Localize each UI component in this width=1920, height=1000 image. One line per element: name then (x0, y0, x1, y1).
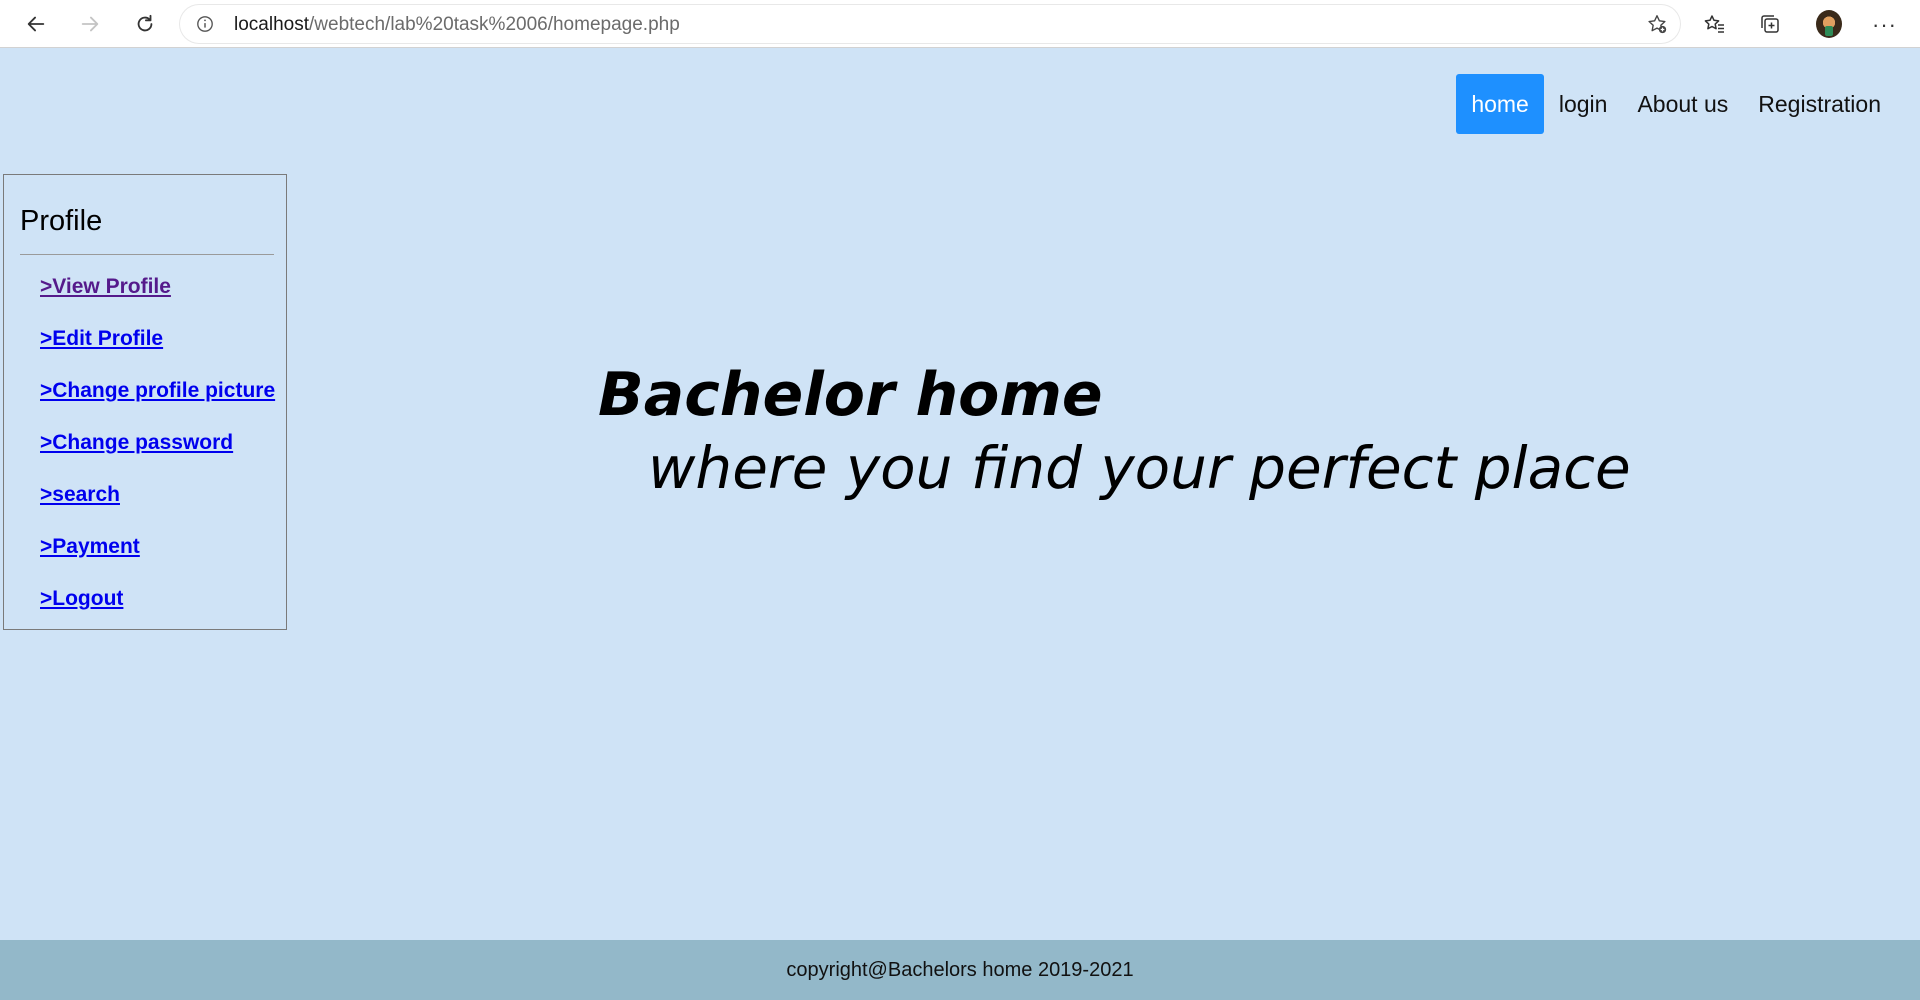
payment-link[interactable]: >Payment (40, 535, 140, 558)
sidebar-divider (20, 254, 274, 255)
profile-avatar[interactable] (1816, 10, 1842, 38)
more-icon[interactable]: ··· (1872, 12, 1897, 38)
favorites-icon[interactable] (1702, 11, 1728, 37)
sidebar-item-change-password: >Change password (40, 429, 275, 481)
sidebar-item-logout: >Logout (40, 585, 275, 637)
page-body: home login About us Registration Profile… (0, 48, 1920, 1000)
collections-icon[interactable] (1757, 11, 1783, 37)
browser-toolbar: localhost/webtech/lab%20task%2006/homepa… (0, 0, 1920, 48)
view-profile-link[interactable]: >View Profile (40, 275, 171, 298)
nav-login-link[interactable]: login (1544, 74, 1623, 134)
sidebar-menu: >View Profile >Edit Profile >Change prof… (40, 273, 275, 637)
edit-profile-link[interactable]: >Edit Profile (40, 327, 163, 350)
footer: copyright@Bachelors home 2019-2021 (0, 940, 1920, 1000)
search-link[interactable]: >search (40, 483, 120, 506)
forward-icon[interactable] (76, 10, 104, 38)
sidebar-item-view-profile: >View Profile (40, 273, 275, 325)
info-icon[interactable] (196, 15, 214, 33)
url-host: localhost (234, 14, 309, 35)
refresh-icon[interactable] (131, 10, 159, 38)
hero-subtitle: where you find your perfect place (648, 434, 1631, 502)
top-navigation: home login About us Registration (1456, 74, 1896, 134)
address-url[interactable]: localhost/webtech/lab%20task%2006/homepa… (234, 14, 680, 36)
nav-about-link[interactable]: About us (1622, 74, 1743, 134)
change-password-link[interactable]: >Change password (40, 431, 233, 454)
address-bar[interactable]: localhost/webtech/lab%20task%2006/homepa… (180, 5, 1680, 43)
url-path: /webtech/lab%20task%2006/homepage.php (309, 14, 680, 35)
hero-title: Bachelor home (598, 360, 1103, 430)
back-icon[interactable] (22, 10, 50, 38)
nav-registration-link[interactable]: Registration (1743, 74, 1896, 134)
sidebar-title: Profile (20, 205, 103, 237)
logout-link[interactable]: >Logout (40, 587, 123, 610)
sidebar-item-search: >search (40, 481, 275, 533)
sidebar-item-edit-profile: >Edit Profile (40, 325, 275, 377)
copyright-text: copyright@Bachelors home 2019-2021 (786, 958, 1134, 981)
profile-sidebar: Profile >View Profile >Edit Profile >Cha… (3, 174, 287, 630)
sidebar-item-payment: >Payment (40, 533, 275, 585)
change-profile-picture-link[interactable]: >Change profile picture (40, 379, 275, 402)
sidebar-item-change-picture: >Change profile picture (40, 377, 275, 429)
nav-home-link[interactable]: home (1456, 74, 1544, 134)
add-favorite-icon[interactable] (1646, 13, 1668, 35)
